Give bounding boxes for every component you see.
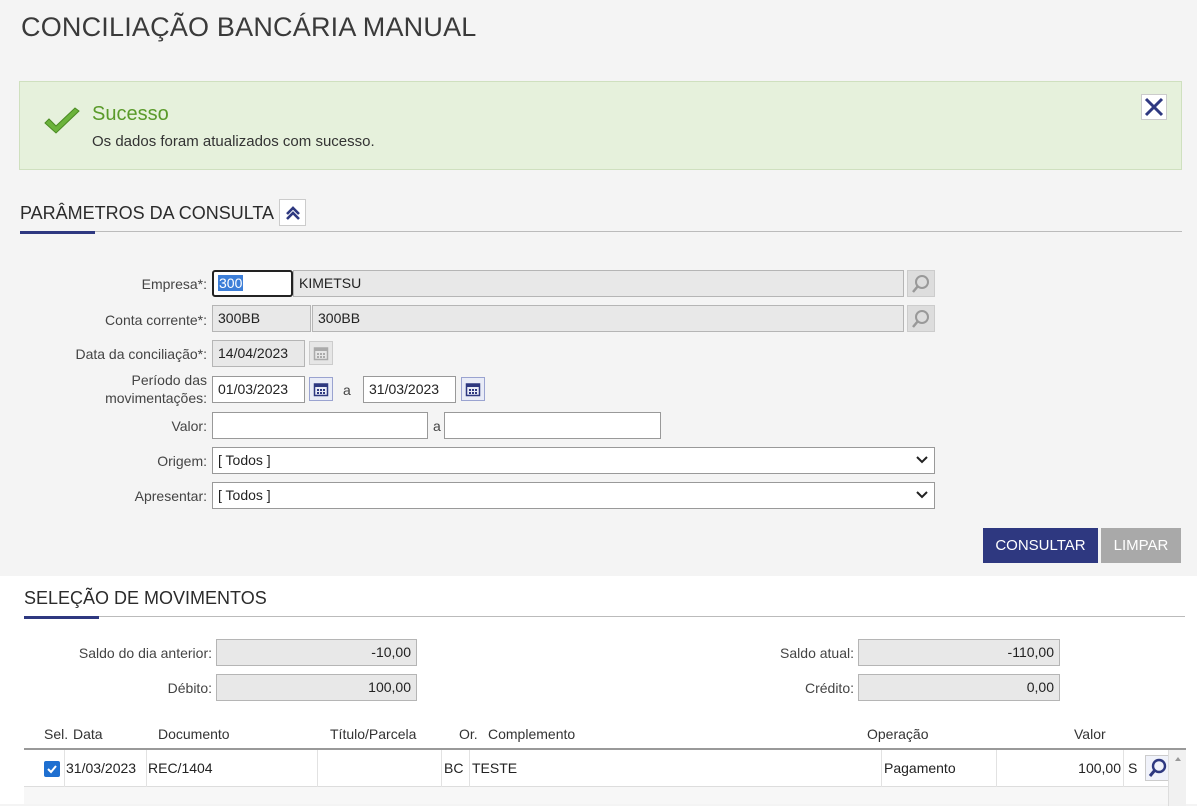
search-icon	[912, 274, 929, 293]
consultar-button[interactable]: CONSULTAR	[983, 528, 1098, 563]
row-operacao-cell: Pagamento	[882, 750, 997, 787]
periodo-separator: a	[343, 382, 351, 398]
conta-name-field: 300BB	[312, 305, 904, 332]
calendar-icon	[313, 347, 329, 361]
data-conciliacao-field: 14/04/2023	[212, 340, 305, 367]
valor-to-input[interactable]	[444, 412, 661, 439]
row-valor-cell: 100,00	[997, 750, 1124, 787]
search-icon	[912, 309, 929, 328]
apresentar-select[interactable]: [ Todos ]	[212, 482, 935, 509]
empresa-search-button[interactable]	[907, 270, 935, 297]
chevron-double-up-icon	[285, 205, 300, 220]
row-select-cell	[24, 750, 65, 787]
periodo-to-input[interactable]: 31/03/2023	[363, 376, 456, 403]
empresa-label: Empresa*:	[141, 276, 207, 292]
periodo-label-line1: Período das	[131, 372, 208, 388]
saldo-atual-label: Saldo atual:	[780, 645, 854, 661]
apresentar-selected-value: [ Todos ]	[218, 487, 271, 503]
column-header-complemento[interactable]: Complemento	[488, 726, 575, 742]
chevron-down-icon	[916, 456, 928, 464]
check-icon	[44, 107, 80, 134]
chevron-down-icon	[916, 491, 928, 499]
calendar-icon	[313, 383, 329, 397]
empresa-code-value: 300	[218, 275, 244, 291]
origem-select[interactable]: [ Todos ]	[212, 447, 935, 474]
params-divider-accent	[20, 231, 95, 234]
periodo-label-line2: movimentações:	[105, 390, 207, 406]
movimentos-section-title: SELEÇÃO DE MOVIMENTOS	[24, 588, 267, 608]
table-scrollbar[interactable]	[1168, 750, 1186, 806]
scroll-up-icon	[1175, 757, 1181, 761]
checkmark-icon	[47, 765, 57, 774]
origem-selected-value: [ Todos ]	[218, 452, 271, 468]
credito-label: Crédito:	[804, 680, 854, 696]
row-flag-cell: S	[1128, 760, 1138, 776]
row-titulo-cell	[318, 750, 442, 787]
column-header-titulo[interactable]: Título/Parcela	[330, 726, 416, 742]
valor-separator: a	[433, 418, 441, 434]
saldo-anterior-label: Saldo do dia anterior:	[78, 645, 212, 661]
saldo-anterior-field: -10,00	[216, 639, 417, 666]
table-row[interactable]: 31/03/2023 REC/1404 BC TESTE Pagamento 1…	[24, 750, 1171, 787]
page-title: CONCILIAÇÃO BANCÁRIA MANUAL	[21, 12, 477, 42]
empresa-code-input[interactable]: 300	[212, 270, 293, 297]
conta-label: Conta corrente*:	[105, 312, 207, 328]
row-data-cell: 31/03/2023	[65, 750, 147, 787]
conta-code-field: 300BB	[212, 305, 311, 332]
alert-title: Sucesso	[92, 103, 169, 125]
data-conciliacao-calendar-button	[309, 341, 333, 365]
periodo-from-input[interactable]: 01/03/2023	[212, 376, 305, 403]
data-conciliacao-label: Data da conciliação*:	[75, 346, 207, 362]
periodo-from-calendar-button[interactable]	[309, 377, 333, 401]
debito-label: Débito:	[167, 680, 212, 696]
row-origem-cell: BC	[442, 750, 470, 787]
row-select-checkbox[interactable]	[44, 761, 60, 777]
movimentos-table: 31/03/2023 REC/1404 BC TESTE Pagamento 1…	[24, 748, 1186, 806]
column-header-sel: Sel.	[44, 726, 69, 742]
params-section-title: PARÂMETROS DA CONSULTA	[20, 203, 275, 223]
debito-field: 100,00	[216, 674, 417, 701]
collapse-button[interactable]	[279, 199, 306, 226]
success-alert: Sucesso Os dados foram atualizados com s…	[19, 81, 1182, 170]
column-header-valor[interactable]: Valor	[1074, 726, 1106, 742]
calendar-icon	[465, 383, 481, 397]
search-icon	[1148, 758, 1167, 777]
alert-message: Os dados foram atualizados com sucesso.	[92, 133, 375, 150]
apresentar-label: Apresentar:	[134, 488, 207, 504]
periodo-to-calendar-button[interactable]	[461, 377, 485, 401]
credito-field: 0,00	[858, 674, 1060, 701]
saldo-atual-field: -110,00	[858, 639, 1060, 666]
movimentos-divider-accent	[24, 616, 99, 619]
limpar-button[interactable]: LIMPAR	[1101, 528, 1181, 563]
row-complemento-cell: TESTE	[470, 750, 882, 787]
movimentos-divider	[24, 616, 1185, 617]
column-header-data[interactable]: Data	[73, 726, 103, 742]
column-header-operacao[interactable]: Operação	[867, 726, 928, 742]
params-divider	[20, 231, 1182, 232]
conta-search-button[interactable]	[907, 305, 935, 332]
valor-label: Valor:	[171, 418, 207, 434]
row-documento-cell: REC/1404	[147, 750, 318, 787]
close-icon[interactable]	[1141, 94, 1167, 120]
valor-from-input[interactable]	[212, 412, 428, 439]
column-header-origem[interactable]: Or.	[459, 726, 478, 742]
origem-label: Origem:	[157, 453, 207, 469]
column-header-documento[interactable]: Documento	[158, 726, 230, 742]
empresa-name-field: KIMETSU	[293, 270, 904, 297]
